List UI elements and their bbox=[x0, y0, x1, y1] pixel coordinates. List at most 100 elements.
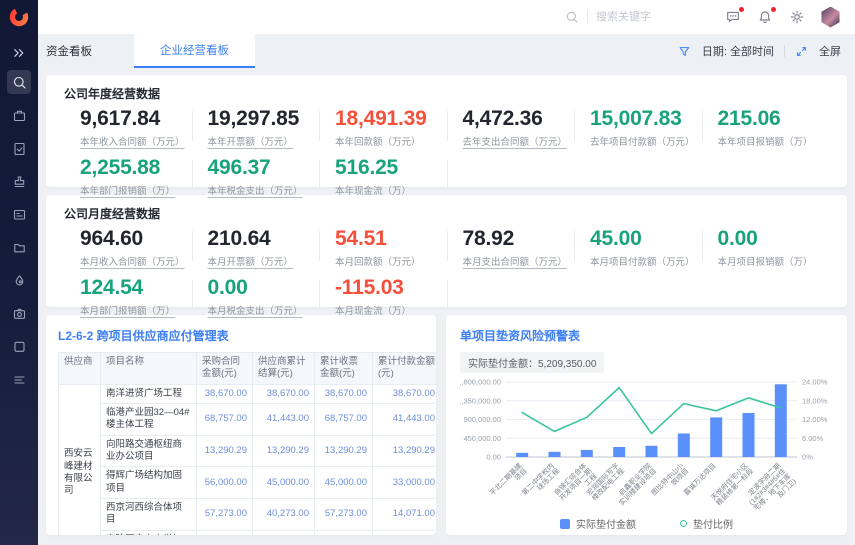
sidebar-item-droplet[interactable] bbox=[7, 268, 31, 292]
amount-cell[interactable]: 13,290.29 bbox=[253, 435, 315, 467]
sidebar-item-search[interactable] bbox=[7, 70, 31, 94]
svg-text:18.00%: 18.00% bbox=[802, 396, 828, 405]
amount-cell[interactable]: 41,443.00 bbox=[373, 404, 437, 436]
kpi-label[interactable]: 去年支出合同额（万元） bbox=[463, 134, 568, 148]
amount-cell[interactable]: 38,670.00 bbox=[253, 384, 315, 403]
legend-label: 垫付比例 bbox=[693, 516, 733, 531]
legend-item-line[interactable]: 垫付比例 bbox=[680, 516, 733, 531]
kpi-label[interactable]: 本年税金支出（万元） bbox=[208, 183, 303, 197]
svg-text:12.00%: 12.00% bbox=[802, 415, 828, 424]
sidebar-item-clipboard[interactable] bbox=[7, 136, 31, 160]
kpi-label[interactable]: 本年开票额（万元） bbox=[208, 134, 294, 148]
alerts-button[interactable] bbox=[756, 8, 774, 26]
kpi-value: 15,007.83 bbox=[590, 108, 702, 130]
kpi-cell: 0.00本月项目报销额（万） bbox=[702, 228, 830, 268]
fullscreen-button[interactable]: 全屏 bbox=[819, 43, 841, 59]
kpi-label: 本年项目报销额（万） bbox=[718, 134, 813, 148]
kpi-value: 0.00 bbox=[718, 228, 830, 250]
legend-item-bar[interactable]: 实际垫付金额 bbox=[560, 516, 636, 531]
col-invoice-amount: 累计收票金额(元) bbox=[315, 353, 373, 385]
sidebar-expand-icon[interactable] bbox=[12, 42, 26, 64]
sidebar-item-list[interactable] bbox=[7, 367, 31, 391]
kpi-value: -115.03 bbox=[335, 277, 447, 299]
amount-cell[interactable]: 68,757.00 bbox=[315, 404, 373, 436]
kpi-label[interactable]: 本月开票额（万元） bbox=[208, 254, 294, 268]
col-payment-amount: 累计付款金额(元) bbox=[373, 353, 437, 385]
tab-fund-dashboard[interactable]: 资金看板 bbox=[46, 34, 92, 68]
sidebar-item-briefcase[interactable] bbox=[7, 103, 31, 127]
kpi-value: 18,491.39 bbox=[335, 108, 447, 130]
kpi-label[interactable]: 本月收入合同额（万元） bbox=[80, 254, 185, 268]
amount-cell[interactable]: 13,290.29 bbox=[373, 435, 437, 467]
kpi-label[interactable]: 本月支出合同额（万元） bbox=[463, 254, 568, 268]
kpi-cell: 2,255.88本年部门报销额（万） bbox=[64, 157, 192, 197]
amount-cell[interactable]: 56,000.00 bbox=[197, 467, 253, 499]
amount-cell[interactable]: 40,273.00 bbox=[253, 499, 315, 531]
sidebar-item-folder[interactable] bbox=[7, 235, 31, 259]
amount-cell[interactable]: 13,290.29 bbox=[197, 435, 253, 467]
amount-cell[interactable]: 41,443.00 bbox=[253, 404, 315, 436]
kpi-value: 215.06 bbox=[718, 108, 830, 130]
clipboard-check-icon bbox=[12, 141, 27, 156]
legend-label: 实际垫付金额 bbox=[576, 516, 636, 531]
risk-chart-svg[interactable]: 0.000%450,000.006.00%900,000.0012.00%1,3… bbox=[460, 377, 833, 517]
amount-cell[interactable]: 20,000.00 bbox=[315, 530, 373, 535]
col-settlement: 供应商累计结算(元) bbox=[253, 353, 315, 385]
tab-enterprise-dashboard[interactable]: 企业经营看板 bbox=[134, 34, 255, 68]
kpi-cell-empty bbox=[447, 277, 575, 317]
kpi-label: 本年回款额（万元） bbox=[335, 134, 421, 148]
amount-cell[interactable]: 450,800.00 bbox=[253, 530, 315, 535]
user-avatar[interactable] bbox=[820, 7, 841, 28]
table-row: 高陵区宏志中学加固改造工程 620,800.00 450,800.00 20,0… bbox=[59, 530, 437, 535]
supplier-payable-card: L2-6-2 跨项目供应商应付管理表 供应商 项目名称 采购合同金额(元) 供应… bbox=[46, 315, 436, 535]
amount-cell[interactable]: 38,670.00 bbox=[373, 384, 437, 403]
table-row: 临港产业园32—04#楼主体工程 68,757.00 41,443.00 68,… bbox=[59, 404, 437, 436]
sidebar-item-package[interactable] bbox=[7, 334, 31, 358]
search-icon[interactable] bbox=[565, 10, 579, 24]
col-supplier: 供应商 bbox=[59, 353, 101, 385]
amount-cell[interactable]: 38,670.00 bbox=[197, 384, 253, 403]
monthly-kpi-card: 公司月度经营数据 964.60本月收入合同额（万元） 210.64本月开票额（万… bbox=[46, 195, 847, 307]
camera-icon bbox=[12, 306, 27, 321]
amount-cell[interactable]: 45,000.00 bbox=[253, 467, 315, 499]
main-area: 资金看板 企业经营看板 日期: 全部时间 全屏 公司年度经营数据 9,617.8… bbox=[38, 0, 855, 545]
amount-cell[interactable]: 14,071.00 bbox=[373, 499, 437, 531]
svg-text:900,000.00: 900,000.00 bbox=[463, 415, 501, 424]
id-card-icon bbox=[12, 207, 27, 222]
supplier-name: 西安云峰建材有限公司 bbox=[59, 384, 101, 535]
amount-cell[interactable]: 45,000.00 bbox=[315, 467, 373, 499]
folder-icon bbox=[12, 240, 27, 255]
kpi-label[interactable]: 本年部门报销额（万） bbox=[80, 183, 175, 197]
risk-warning-card: 单项目垫资风险预警表 实际垫付金额：5,209,350.00 0.000%450… bbox=[446, 315, 847, 535]
kpi-label[interactable]: 本年收入合同额（万元） bbox=[80, 134, 185, 148]
svg-text:1,800,000.00: 1,800,000.00 bbox=[460, 378, 501, 387]
amount-cell[interactable]: 57,273.00 bbox=[197, 499, 253, 531]
amount-cell[interactable]: 57,273.00 bbox=[315, 499, 373, 531]
kpi-label[interactable]: 本月税金支出（万元） bbox=[208, 303, 303, 317]
sidebar-item-camera[interactable] bbox=[7, 301, 31, 325]
amount-cell[interactable]: 38,670.00 bbox=[315, 384, 373, 403]
search-input[interactable] bbox=[596, 11, 674, 23]
date-filter[interactable]: 日期: 全部时间 bbox=[702, 43, 774, 59]
svg-text:嘉诚万达项目: 嘉诚万达项目 bbox=[682, 461, 718, 497]
kpi-label[interactable]: 本月部门报销额（万） bbox=[80, 303, 175, 317]
amount-cell[interactable]: 620,800.00 bbox=[197, 530, 253, 535]
kpi-cell: 0.00本月税金支出（万元） bbox=[192, 277, 320, 317]
messages-button[interactable] bbox=[724, 8, 742, 26]
app-logo[interactable] bbox=[0, 0, 38, 34]
table-row: 西京河西综合体项目 57,273.00 40,273.00 57,273.00 … bbox=[59, 499, 437, 531]
filter-funnel-icon[interactable] bbox=[678, 44, 692, 58]
amount-cell[interactable]: 33,000.00 bbox=[373, 467, 437, 499]
kpi-cell: 9,617.84本年收入合同额（万元） bbox=[64, 108, 192, 148]
project-name: 西京河西综合体项目 bbox=[101, 499, 197, 531]
fullscreen-icon[interactable] bbox=[795, 44, 809, 58]
amount-cell[interactable]: 68,757.00 bbox=[197, 404, 253, 436]
amount-cell[interactable]: 420,800.00 bbox=[373, 530, 437, 535]
kpi-label: 本月现金流（万） bbox=[335, 303, 411, 317]
table-row: 向阳路交通枢纽商业办公项目 13,290.29 13,290.29 13,290… bbox=[59, 435, 437, 467]
amount-cell[interactable]: 13,290.29 bbox=[315, 435, 373, 467]
settings-button[interactable] bbox=[788, 8, 806, 26]
sidebar-item-stamp[interactable] bbox=[7, 169, 31, 193]
kpi-label: 去年项目付款额（万元） bbox=[590, 134, 695, 148]
sidebar-item-id-card[interactable] bbox=[7, 202, 31, 226]
